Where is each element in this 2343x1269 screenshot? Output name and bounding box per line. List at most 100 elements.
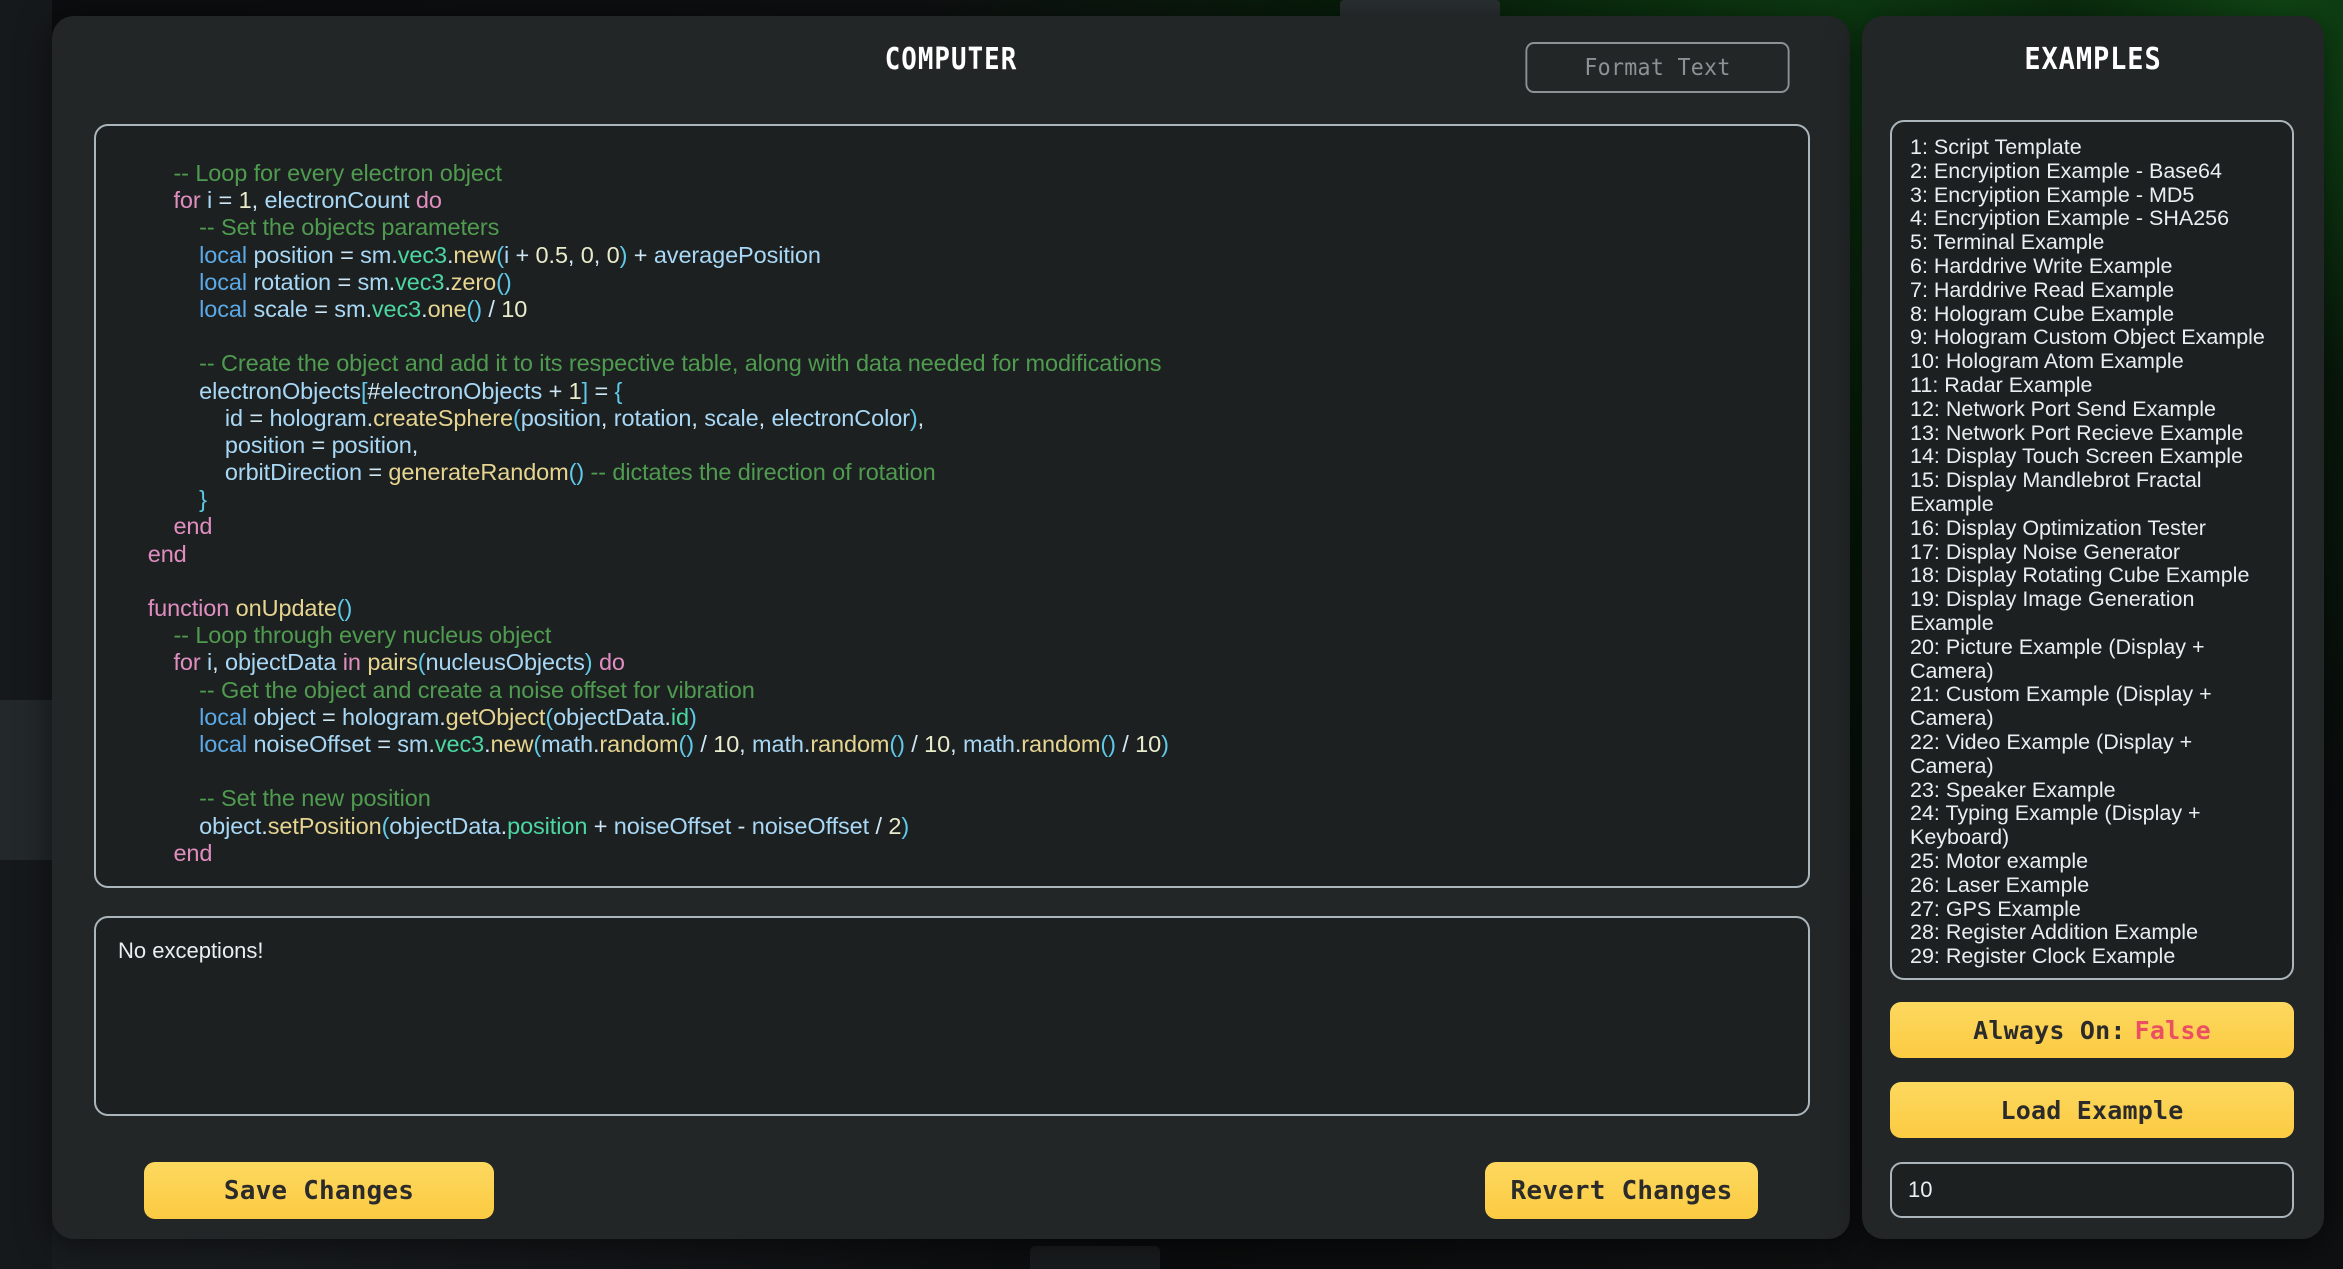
code-token: =	[370, 730, 398, 757]
code-token: local	[199, 730, 247, 757]
code-token: /	[1115, 730, 1136, 757]
code-line: local scale = sm.vec3.one() / 10	[122, 296, 1782, 323]
code-line: local object = hologram.getObject(object…	[122, 704, 1782, 731]
code-token: =	[333, 241, 361, 268]
code-line: }	[122, 486, 1782, 513]
example-list-item[interactable]: 23: Speaker Example	[1892, 778, 2292, 803]
code-token: object	[253, 703, 316, 730]
example-list-item[interactable]: 18: Display Rotating Cube Example	[1892, 564, 2292, 588]
example-number-input[interactable]	[1890, 1162, 2294, 1218]
code-token: sm	[334, 295, 366, 322]
example-list-item[interactable]: 9: Hologram Custom Object Example	[1892, 326, 2292, 350]
example-list-item[interactable]: 13: Network Port Recieve Example	[1892, 421, 2292, 446]
code-token: 2	[888, 812, 902, 839]
examples-panel: EXAMPLES 1: Script Template 2: Encryiptio…	[1862, 16, 2324, 1239]
always-on-label: Always On:	[1973, 1015, 2126, 1045]
exceptions-text: No exceptions!	[118, 938, 264, 963]
code-token: }	[199, 486, 207, 513]
code-token: ()	[336, 595, 353, 621]
code-token: ,	[212, 649, 225, 676]
code-line: -- Create the object and add it to its r…	[122, 350, 1782, 377]
code-line: for i = 1, electronCount do	[122, 187, 1782, 214]
example-list-item[interactable]: 14: Display Touch Screen Example	[1892, 445, 2292, 469]
example-list-item[interactable]: 8: Hologram Cube Example	[1892, 302, 2292, 327]
code-token: 1	[568, 377, 582, 404]
example-list-item[interactable]: 19: Display Image Generation Example	[1892, 587, 2292, 636]
example-list-item[interactable]: 3: Encryiption Example - MD5	[1892, 183, 2292, 208]
example-list-item[interactable]: 15: Display Mandlebrot Fractal Example	[1892, 468, 2292, 517]
code-token: local	[199, 268, 247, 295]
code-line: local position = sm.vec3.new(i + 0.5, 0,…	[122, 242, 1782, 269]
code-token: object	[199, 812, 262, 839]
code-token: averagePosition	[653, 241, 821, 268]
example-list-item[interactable]: 25: Motor example	[1892, 849, 2292, 874]
code-token: ()	[1100, 730, 1116, 757]
code-token: ()	[466, 295, 482, 322]
code-token: -- Loop for every electron object	[173, 160, 502, 186]
code-token: =	[305, 431, 332, 458]
code-line: -- Set the objects parameters	[122, 214, 1782, 241]
code-token: in	[342, 649, 361, 676]
code-token: objectData	[224, 649, 337, 676]
code-token: -- Set the objects parameters	[199, 214, 500, 241]
example-list-item[interactable]: 11: Radar Example	[1892, 373, 2292, 398]
example-list-item[interactable]: 1: Script Template	[1892, 135, 2292, 160]
code-token: ()	[568, 459, 585, 486]
example-list-item[interactable]: 22: Video Example (Display + Camera)	[1892, 730, 2292, 779]
revert-changes-button[interactable]: Revert Changes	[1485, 1162, 1758, 1219]
example-list-item[interactable]: 10: Hologram Atom Example	[1892, 349, 2292, 374]
code-token: =	[361, 459, 389, 486]
code-line: object.setPosition(objectData.position +…	[122, 813, 1782, 840]
code-token: /	[904, 730, 925, 757]
code-token: noiseOffset	[613, 812, 732, 839]
code-token: =	[307, 295, 335, 322]
code-token: generateRandom	[388, 459, 569, 486]
code-token: 10	[713, 730, 740, 757]
code-token: /	[481, 295, 502, 322]
always-on-toggle-button[interactable]: Always On: False	[1890, 1002, 2294, 1058]
code-token: (	[496, 241, 504, 268]
code-editor[interactable]: -- Loop for every electron object for i …	[94, 124, 1810, 888]
code-line: orbitDirection = generateRandom() -- dic…	[122, 459, 1782, 486]
example-list-item[interactable]: 6: Harddrive Write Example	[1892, 254, 2292, 279]
background-bar-bottom	[1030, 1246, 1160, 1269]
example-list-item[interactable]: 29: Register Clock Example	[1892, 944, 2292, 969]
format-text-button[interactable]: Format Text	[1525, 42, 1790, 93]
code-token: position	[331, 431, 412, 458]
code-token: id	[224, 404, 243, 431]
example-list-item[interactable]: 21: Custom Example (Display + Camera)	[1892, 683, 2292, 731]
code-token: )	[901, 812, 910, 839]
example-list-item[interactable]: 12: Network Port Send Example	[1892, 397, 2292, 422]
code-token: vec3	[395, 268, 445, 295]
example-list-item[interactable]: 2: Encryiption Example - Base64	[1892, 159, 2292, 184]
example-list-item[interactable]: 26: Laser Example	[1892, 873, 2292, 898]
example-list-item[interactable]: 7: Harddrive Read Example	[1892, 278, 2292, 303]
code-token: 10	[1135, 730, 1162, 757]
code-token: ,	[917, 404, 925, 431]
examples-list[interactable]: 1: Script Template 2: Encryiption Example…	[1890, 120, 2294, 980]
code-line: end	[122, 541, 1782, 568]
example-list-item[interactable]: 4: Encryiption Example - SHA256	[1892, 207, 2292, 231]
example-list-item[interactable]: 24: Typing Example (Display + Keyboard)	[1892, 802, 2292, 850]
code-token: -- Get the object and create a noise off…	[199, 676, 755, 703]
example-list-item[interactable]: 17: Display Noise Generator	[1892, 540, 2292, 565]
code-token: 0.5	[535, 241, 568, 268]
example-list-item[interactable]: 5: Terminal Example	[1892, 230, 2292, 255]
example-list-item[interactable]: 20: Picture Example (Display + Camera)	[1892, 635, 2292, 684]
code-token: {	[614, 377, 623, 404]
code-token: position	[520, 404, 601, 431]
example-list-item[interactable]: 28: Register Addition Example	[1892, 920, 2292, 945]
save-changes-button[interactable]: Save Changes	[144, 1162, 494, 1219]
example-list-item[interactable]: 27: GPS Example	[1892, 897, 2292, 922]
load-example-button[interactable]: Load Example	[1890, 1082, 2294, 1138]
code-content[interactable]: -- Loop for every electron object for i …	[96, 126, 1808, 867]
example-list-item[interactable]: 16: Display Optimization Tester	[1892, 516, 2292, 541]
